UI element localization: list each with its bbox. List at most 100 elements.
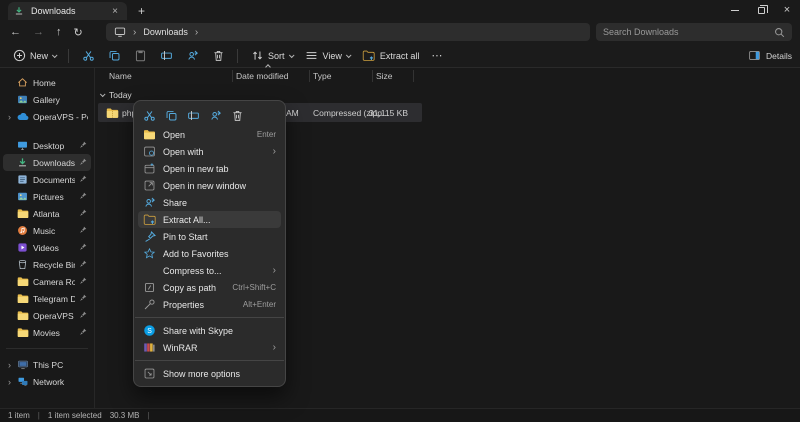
- address-bar[interactable]: › Downloads ›: [106, 23, 590, 41]
- expander-chevron-icon[interactable]: ›: [6, 360, 13, 370]
- delete-button[interactable]: [205, 46, 231, 66]
- more-options-button[interactable]: ⋯: [425, 46, 448, 66]
- sidebar-item-label: Downloads: [33, 157, 75, 168]
- sidebar-item-gallery[interactable]: Gallery: [3, 91, 91, 108]
- column-header-name[interactable]: Name: [109, 71, 132, 81]
- folder-open-icon: [143, 128, 156, 141]
- pin-icon: [79, 328, 88, 337]
- share-button[interactable]: [179, 46, 205, 66]
- sidebar-item-documents[interactable]: Documents: [3, 171, 91, 188]
- sidebar-item-label: Network: [33, 376, 65, 387]
- folder-icon: [17, 208, 29, 220]
- column-header-date-modified[interactable]: Date modified: [236, 71, 288, 81]
- sidebar-item-camera-roll[interactable]: Camera Roll: [3, 273, 91, 290]
- cut-button[interactable]: [75, 46, 101, 66]
- rename-button[interactable]: [187, 109, 200, 122]
- menu-item-extract-all[interactable]: Extract All...: [138, 211, 281, 228]
- restore-button[interactable]: [748, 0, 774, 20]
- details-toggle-button[interactable]: Details: [748, 49, 792, 62]
- menu-item-add-to-favorites[interactable]: Add to Favorites: [138, 245, 281, 262]
- menu-item-winrar[interactable]: WinRAR ›: [138, 339, 281, 356]
- tab-downloads[interactable]: Downloads ×: [8, 2, 127, 20]
- menu-item-label: Add to Favorites: [163, 248, 229, 259]
- copy-button[interactable]: [101, 46, 127, 66]
- show-more-icon: [143, 367, 156, 380]
- search-input[interactable]: [603, 27, 774, 37]
- column-divider[interactable]: [372, 70, 373, 82]
- minimize-button[interactable]: [722, 0, 748, 20]
- menu-item-share[interactable]: Share: [138, 194, 281, 211]
- sidebar-item-operavps[interactable]: OperaVPS: [3, 307, 91, 324]
- menu-item-compress-to[interactable]: Compress to... ›: [138, 262, 281, 279]
- sidebar-item-pictures[interactable]: Pictures: [3, 188, 91, 205]
- column-header-size[interactable]: Size: [376, 71, 393, 81]
- sidebar-item-label: Pictures: [33, 191, 64, 202]
- tab-close-icon[interactable]: ×: [109, 6, 121, 17]
- folder-icon: [17, 327, 29, 339]
- menu-item-open-with[interactable]: Open with ›: [138, 143, 281, 160]
- paste-button[interactable]: [127, 46, 153, 66]
- share-button[interactable]: [209, 109, 222, 122]
- new-tab-icon[interactable]: +: [138, 3, 145, 19]
- sort-button[interactable]: Sort: [244, 46, 299, 66]
- menu-item-label: Open in new window: [163, 180, 247, 191]
- back-button[interactable]: ←: [10, 26, 21, 38]
- menu-item-open-in-new-tab[interactable]: Open in new tab: [138, 160, 281, 177]
- column-header-type[interactable]: Type: [313, 71, 331, 81]
- chevron-down-icon: [288, 51, 295, 58]
- copy-button[interactable]: [165, 109, 178, 122]
- sidebar-item-recycle-bin[interactable]: Recycle Bin: [3, 256, 91, 273]
- rename-button[interactable]: [153, 46, 179, 66]
- titlebar: Downloads × + ×: [0, 0, 800, 20]
- breadcrumb-downloads[interactable]: Downloads: [143, 27, 188, 37]
- folder-icon: [17, 276, 29, 288]
- search-icon: [774, 27, 785, 38]
- close-button[interactable]: ×: [774, 0, 800, 20]
- expander-chevron-icon[interactable]: ›: [6, 377, 13, 387]
- network-icon: [17, 376, 29, 388]
- menu-item-show-more-options[interactable]: Show more options: [138, 365, 281, 382]
- column-divider[interactable]: [309, 70, 310, 82]
- sidebar-item-downloads[interactable]: Downloads: [3, 154, 91, 171]
- properties-icon: [143, 298, 156, 311]
- sort-icon: [250, 49, 264, 63]
- sidebar-item-network[interactable]: › Network: [3, 373, 91, 390]
- extract-all-button[interactable]: Extract all: [356, 46, 426, 66]
- details-pane-icon: [748, 49, 761, 62]
- sidebar-item-atlanta[interactable]: Atlanta: [3, 205, 91, 222]
- menu-item-label: Open with: [163, 146, 204, 157]
- open-with-icon: [143, 145, 156, 158]
- menu-item-properties[interactable]: Properties Alt+Enter: [138, 296, 281, 313]
- menu-item-open-in-new-window[interactable]: Open in new window: [138, 177, 281, 194]
- expander-chevron-icon[interactable]: ›: [6, 112, 13, 122]
- menu-item-share-with-skype[interactable]: S Share with Skype: [138, 322, 281, 339]
- sidebar-item-label: Atlanta: [33, 208, 60, 219]
- menu-item-label: Extract All...: [163, 214, 211, 225]
- sidebar-item-home[interactable]: Home: [3, 74, 91, 91]
- menu-item-pin-to-start[interactable]: Pin to Start: [138, 228, 281, 245]
- column-divider[interactable]: [232, 70, 233, 82]
- sidebar-item-onedrive[interactable]: › OperaVPS - Personal: [3, 108, 91, 125]
- sidebar-item-label: Desktop: [33, 140, 65, 151]
- menu-shortcut: Alt+Enter: [242, 300, 276, 309]
- sidebar-item-music[interactable]: Music: [3, 222, 91, 239]
- cut-button[interactable]: [143, 109, 156, 122]
- sidebar-item-this-pc[interactable]: › This PC: [3, 356, 91, 373]
- menu-item-copy-as-path[interactable]: Copy as path Ctrl+Shift+C: [138, 279, 281, 296]
- menu-item-open[interactable]: Open Enter: [138, 126, 281, 143]
- refresh-button[interactable]: ↻: [74, 26, 83, 39]
- up-button[interactable]: ↑: [56, 26, 62, 38]
- pin-icon: [79, 243, 88, 252]
- sidebar-item-telegram-desktop[interactable]: Telegram Desktop: [3, 290, 91, 307]
- delete-button[interactable]: [231, 109, 244, 122]
- gallery-icon: [17, 94, 29, 106]
- column-divider[interactable]: [413, 70, 414, 82]
- new-button[interactable]: New: [6, 46, 62, 66]
- view-button[interactable]: View: [299, 46, 356, 66]
- sidebar-item-videos[interactable]: Videos: [3, 239, 91, 256]
- close-icon: ×: [783, 4, 791, 16]
- sidebar-item-movies[interactable]: Movies: [3, 324, 91, 341]
- sidebar-item-desktop[interactable]: Desktop: [3, 137, 91, 154]
- forward-button[interactable]: →: [33, 26, 44, 38]
- menu-item-label: Share: [163, 197, 188, 208]
